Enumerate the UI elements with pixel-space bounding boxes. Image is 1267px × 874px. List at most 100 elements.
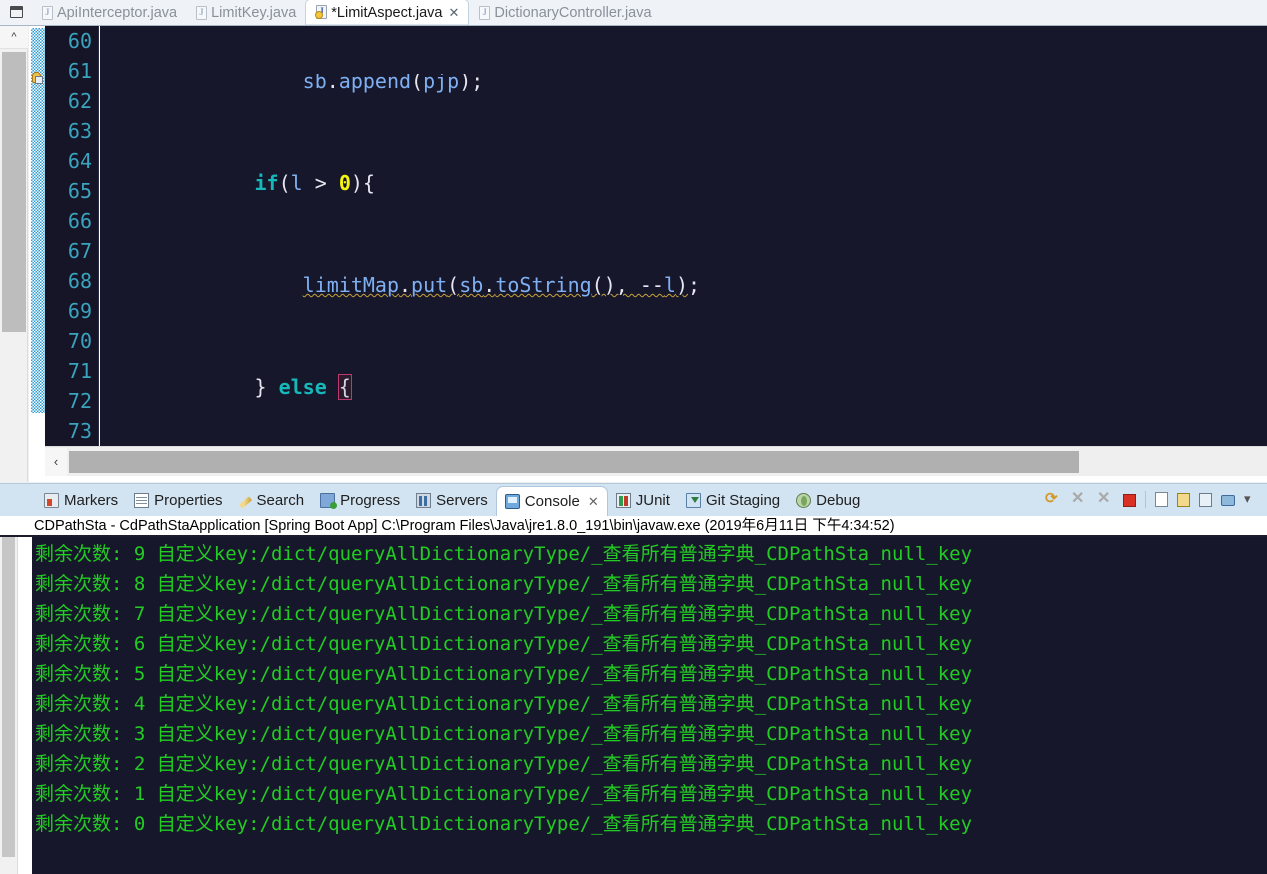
line-number: 66 [67, 209, 92, 233]
scroll-up-arrow-icon[interactable]: ^ [0, 26, 28, 49]
line-number: 65 [67, 179, 92, 203]
editor-tab-label: LimitKey.java [211, 5, 297, 21]
toolbar-separator [1145, 491, 1146, 508]
console-line: 剩余次数: 9 自定义key:/dict/queryAllDictionaryT… [35, 543, 973, 565]
console-line: 剩余次数: 5 自定义key:/dict/queryAllDictionaryT… [35, 663, 973, 685]
editor-inner: 60 61 62 63 64 65 66 67 68 69 70 71 72 7… [29, 26, 1267, 482]
relaunch-icon[interactable]: ⟳ [1045, 491, 1062, 508]
display-selected-console-icon[interactable] [1221, 495, 1235, 506]
clear-console-icon[interactable] [1155, 492, 1168, 507]
java-file-warning-icon: J [314, 5, 328, 20]
tab-git-staging[interactable]: Git Staging [678, 484, 788, 517]
line-number: 71 [67, 359, 92, 383]
view-tab-label: JUnit [635, 491, 670, 509]
code-line-62: } else { [110, 374, 352, 400]
editor-tab-label: *LimitAspect.java [331, 4, 443, 21]
java-file-icon: J [194, 5, 208, 21]
console-vertical-scrollbar[interactable] [0, 537, 18, 874]
view-tab-label: Search [256, 491, 305, 509]
view-menu-icon[interactable]: ▾ [1244, 491, 1261, 508]
view-tab-label: Debug [816, 491, 861, 509]
debug-icon [796, 492, 812, 508]
code-line-61: limitMap.put(sb.toString(), --l); [302, 273, 701, 297]
view-tab-label: Markers [64, 491, 119, 509]
console-output[interactable]: 剩余次数: 9 自定义key:/dict/queryAllDictionaryT… [32, 537, 1267, 874]
line-number: 64 [67, 149, 92, 173]
console-line: 剩余次数: 6 自定义key:/dict/queryAllDictionaryT… [35, 633, 973, 655]
console-status-line: CDPathSta - CdPathStaApplication [Spring… [0, 516, 1267, 537]
tab-console[interactable]: Console ✕ [495, 485, 608, 517]
editor-tab-limitkey[interactable]: J LimitKey.java [186, 1, 306, 25]
line-number: 63 [67, 119, 92, 143]
line-number: 62 [67, 89, 92, 113]
console-line: 剩余次数: 7 自定义key:/dict/queryAllDictionaryT… [35, 603, 973, 625]
console-line: 剩余次数: 4 自定义key:/dict/queryAllDictionaryT… [35, 693, 973, 715]
scroll-lock-icon[interactable] [1177, 492, 1190, 507]
editor-vertical-scrollbar[interactable]: ^ [0, 26, 28, 482]
console-view: CDPathSta - CdPathStaApplication [Spring… [0, 516, 1267, 874]
java-file-icon: J [40, 5, 53, 21]
view-tab-label: Progress [340, 491, 401, 509]
servers-icon [416, 492, 432, 508]
scroll-left-arrow-icon[interactable]: ‹ [45, 447, 67, 476]
line-number: 69 [67, 299, 92, 323]
view-tab-label: Console [524, 493, 580, 510]
editor-tab-label: DictionaryController.java [494, 5, 652, 21]
warning-bulb-icon[interactable] [32, 72, 44, 84]
line-number-ruler: 60 61 62 63 64 65 66 67 68 69 70 71 72 7… [45, 26, 99, 446]
tab-junit[interactable]: JUnit [608, 484, 678, 517]
view-tab-label: Properties [154, 491, 223, 509]
scrollbar-thumb[interactable] [2, 52, 26, 332]
editor-tab-limitaspect[interactable]: J *LimitAspect.java ✕ [305, 0, 470, 25]
tab-servers[interactable]: Servers [408, 484, 496, 517]
view-tab-label: Git Staging [705, 491, 781, 509]
annotation-ruler-hatch [31, 28, 45, 413]
java-file-icon: J [477, 5, 491, 21]
line-number: 60 [67, 29, 92, 53]
tab-search[interactable]: Search [231, 484, 313, 517]
code-text-area[interactable]: sb.append(pjp); if(l > 0){ limitMap.put(… [100, 26, 1267, 446]
eclipse-ide-window: J ApiInterceptor.java J LimitKey.java J … [0, 0, 1267, 874]
scrollbar-thumb[interactable] [69, 450, 1079, 473]
tab-properties[interactable]: Properties [126, 484, 230, 517]
close-icon[interactable]: ✕ [588, 494, 599, 510]
line-number: 73 [67, 419, 92, 443]
terminate-icon[interactable]: ✕ [1071, 491, 1088, 508]
search-icon [238, 496, 252, 509]
tab-debug[interactable]: Debug [788, 484, 868, 517]
line-number: 72 [67, 389, 92, 413]
line-number: 61 [67, 59, 92, 83]
editor-tab-dictionarycontroller[interactable]: J DictionaryController.java [469, 1, 661, 25]
junit-icon [615, 492, 631, 508]
console-line: 剩余次数: 8 自定义key:/dict/queryAllDictionaryT… [35, 573, 973, 595]
editor-layout-icon[interactable] [0, 0, 32, 25]
editor-tab-apiinterceptor[interactable]: J ApiInterceptor.java [32, 1, 187, 25]
editor-tab-label: ApiInterceptor.java [57, 5, 178, 21]
console-line: 剩余次数: 0 自定义key:/dict/queryAllDictionaryT… [35, 813, 973, 835]
tab-markers[interactable]: Markers [36, 484, 126, 517]
console-line: 剩余次数: 2 自定义key:/dict/queryAllDictionaryT… [35, 753, 973, 775]
pin-console-icon[interactable] [1199, 492, 1212, 507]
code-editor: ^ 60 61 62 63 64 65 66 67 68 69 70 71 72… [0, 26, 1267, 482]
code-line-60: if(l > 0){ [254, 171, 375, 195]
console-line: 剩余次数: 3 自定义key:/dict/queryAllDictionaryT… [35, 723, 973, 745]
remove-all-terminated-icon[interactable]: ✕ [1097, 491, 1114, 508]
progress-icon [320, 492, 338, 509]
line-number: 67 [67, 239, 92, 263]
markers-icon [44, 492, 59, 508]
scrollbar-thumb[interactable] [2, 537, 15, 857]
close-icon[interactable]: ✕ [448, 5, 459, 21]
annotation-ruler[interactable] [31, 28, 45, 443]
view-tab-label: Servers [436, 491, 488, 509]
stop-icon[interactable] [1123, 494, 1136, 507]
tab-progress[interactable]: Progress [312, 484, 408, 517]
line-number: 68 [67, 269, 92, 293]
editor-horizontal-scrollbar[interactable]: ‹ [45, 446, 1267, 476]
git-staging-icon [685, 492, 701, 508]
console-view-toolbar: ⟳ ✕ ✕ ▾ [1045, 483, 1263, 516]
console-icon [504, 494, 520, 509]
console-line: 剩余次数: 1 自定义key:/dict/queryAllDictionaryT… [35, 783, 973, 805]
properties-icon [134, 492, 150, 508]
line-number: 70 [67, 329, 92, 353]
editor-tab-bar: J ApiInterceptor.java J LimitKey.java J … [0, 0, 1267, 26]
